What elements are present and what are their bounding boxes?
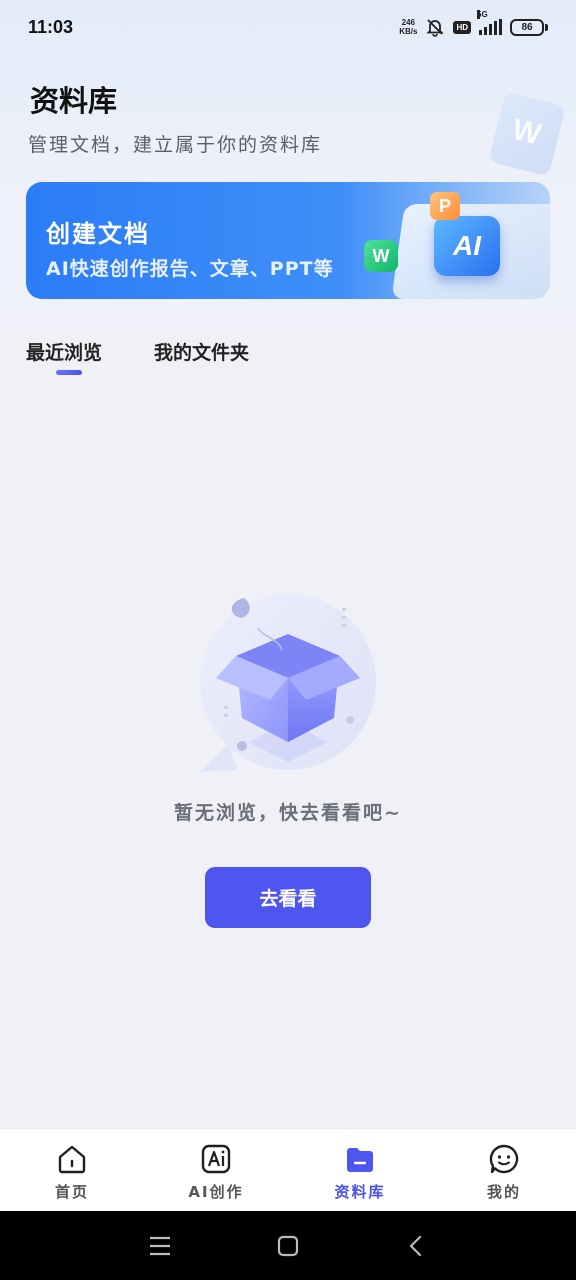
network-speed: 246 KB/s	[399, 18, 418, 36]
battery-icon: 86	[510, 18, 548, 36]
back-chevron-icon	[409, 1235, 422, 1256]
profile-icon	[489, 1144, 519, 1174]
tab-my-folders[interactable]: 我的文件夹	[154, 338, 249, 365]
library-icon	[347, 1148, 373, 1172]
menu-icon	[150, 1236, 170, 1255]
header-background	[0, 0, 576, 360]
tab-recent[interactable]: 最近浏览	[26, 338, 102, 375]
ai-key-icon: AI	[434, 216, 500, 276]
go-browse-button[interactable]: 去看看	[205, 867, 371, 928]
hd-icon: HD	[453, 20, 471, 34]
square-home-icon	[277, 1235, 299, 1256]
page-title: 资料库	[30, 84, 118, 118]
nav-item-profile[interactable]: 我的	[432, 1129, 576, 1211]
menu-button[interactable]	[144, 1230, 176, 1262]
nav-item-home[interactable]: 首页	[0, 1129, 144, 1211]
ai-keys-illustration: AI P W	[364, 182, 550, 299]
back-button[interactable]	[400, 1230, 432, 1262]
system-navigation-bar	[0, 1211, 576, 1280]
empty-box-illustration	[200, 594, 376, 772]
status-icons: 246 KB/s HD 5G 86	[399, 10, 548, 37]
status-time: 11:03	[28, 16, 74, 37]
nav-item-ai-create[interactable]: AI创作	[144, 1129, 288, 1211]
tab-bar: 最近浏览 我的文件夹	[26, 338, 249, 375]
ai-create-icon	[201, 1144, 231, 1174]
home-button[interactable]	[272, 1230, 304, 1262]
empty-state-message: 暂无浏览，快去看看吧~	[174, 802, 402, 824]
create-document-card[interactable]: 创建文档 AI快速创作报告、文章、PPT等 AI P W	[26, 182, 550, 299]
signal-icon: 5G	[477, 10, 502, 35]
status-bar: 11:03 246 KB/s HD 5G 86	[0, 0, 576, 54]
page-subtitle: 管理文档，建立属于你的资料库	[28, 134, 323, 156]
ppt-key-icon: P	[430, 192, 460, 220]
create-card-title: 创建文档	[46, 220, 150, 248]
nav-item-library[interactable]: 资料库	[288, 1129, 432, 1211]
create-card-subtitle: AI快速创作报告、文章、PPT等	[46, 258, 334, 280]
bottom-navigation: 首页 AI创作 资料库 我的	[0, 1128, 576, 1211]
active-tab-indicator	[56, 370, 82, 375]
word-key-icon: W	[364, 240, 398, 272]
home-icon	[58, 1145, 86, 1174]
mute-bell-icon	[426, 19, 445, 37]
